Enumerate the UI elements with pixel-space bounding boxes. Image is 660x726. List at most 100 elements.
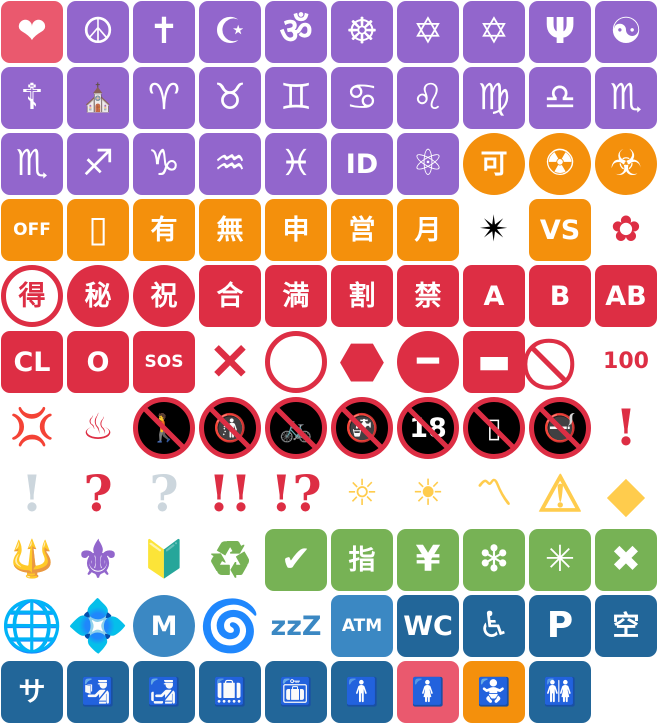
glyph: ♉ xyxy=(213,77,247,118)
glyph: VS xyxy=(539,214,581,246)
globe-with-meridians-icon: 🌐 xyxy=(1,595,63,657)
glyph: 🔰 xyxy=(141,539,187,580)
eight-pointed-star-icon: ✴ xyxy=(463,199,525,261)
glyph: O xyxy=(86,346,110,378)
glyph: B xyxy=(549,280,571,312)
monthly-amount-button-icon: 月 xyxy=(397,199,459,261)
reserved-button-icon: 指 xyxy=(331,529,393,591)
six-pointed-star-icon: ✡ xyxy=(463,1,525,63)
glyph: P xyxy=(546,605,574,646)
glyph: ☪ xyxy=(213,11,247,52)
glyph: ✝ xyxy=(148,11,180,52)
glyph: SOS xyxy=(144,351,184,372)
trident-emblem-icon: 🔱 xyxy=(1,529,63,591)
pisces-icon: ♓ xyxy=(265,133,327,195)
scorpio-icon: ♏ xyxy=(1,133,63,195)
aries-icon: ♈ xyxy=(133,67,195,129)
place-of-worship-icon: ⛪ xyxy=(67,67,129,129)
glyph: ☦ xyxy=(20,77,44,118)
mens-room-icon: 🚹 xyxy=(331,661,393,723)
glyph: 🚱 xyxy=(345,412,379,444)
glyph: ID xyxy=(345,148,379,180)
no-entry-icon: ━ xyxy=(397,331,459,393)
acceptable-button-icon: 可 xyxy=(463,133,525,195)
glyph: AB xyxy=(605,280,647,312)
glyph: ✕ xyxy=(209,332,251,391)
glyph: 〽 xyxy=(475,473,512,514)
peace-symbol-icon: ☮ xyxy=(67,1,129,63)
glyph: 無 xyxy=(216,214,244,246)
virgo-icon: ♍ xyxy=(463,67,525,129)
glyph: ☼ xyxy=(345,473,379,514)
glyph: ▯ xyxy=(486,412,502,444)
glyph: ♿ xyxy=(477,605,511,646)
vs-button-icon: VS xyxy=(529,199,591,261)
no-smoking-icon: 🚭 xyxy=(529,397,591,459)
glyph: A xyxy=(483,280,505,312)
glyph: ⚜ xyxy=(75,530,121,589)
b-button-icon: B xyxy=(529,265,591,327)
glyph: ✴ xyxy=(478,209,510,250)
glyph: ☣ xyxy=(609,143,643,184)
glyph: ♋ xyxy=(345,77,379,118)
glyph: 月 xyxy=(414,214,442,246)
glyph: ♏ xyxy=(15,143,49,184)
glyph: zzZ xyxy=(270,610,322,642)
glyph: ॐ xyxy=(279,11,313,52)
glyph: ♏ xyxy=(609,77,643,118)
non-potable-water-icon: 🚱 xyxy=(331,397,393,459)
glyph: ⛪ xyxy=(81,82,115,114)
glyph: ☢ xyxy=(543,143,577,184)
glyph: ✡ xyxy=(478,11,510,52)
orthodox-cross-icon: ☦ xyxy=(1,67,63,129)
glyph: ! xyxy=(615,398,637,457)
white-exclamation-mark-icon: ! xyxy=(1,463,63,525)
glyph: ☯ xyxy=(609,11,643,52)
fleur-de-lis-icon: ⚜ xyxy=(67,529,129,591)
om-icon: ॐ xyxy=(265,1,327,63)
glyph: 有 xyxy=(150,214,178,246)
glyph: 🛅 xyxy=(279,676,313,708)
cross-mark-icon: ✕ xyxy=(199,331,261,393)
a-button-icon: A xyxy=(463,265,525,327)
sparkle-icon: ❇ xyxy=(463,529,525,591)
hundred-points-icon: 100 xyxy=(595,331,657,393)
exclamation-mark-icon: ! xyxy=(595,397,657,459)
cross-mark-button-icon: ✖ xyxy=(595,529,657,591)
discount-button-icon: 割 xyxy=(331,265,393,327)
mobile-phone-off-icon: OFF xyxy=(1,199,63,261)
wheel-of-dharma-icon: ☸ xyxy=(331,1,393,63)
ab-button-icon: AB xyxy=(595,265,657,327)
zzz-icon: zzZ xyxy=(265,595,327,657)
capricorn-icon: ♑ xyxy=(133,133,195,195)
warning-icon: ⚠ xyxy=(529,463,591,525)
glyph: ⚠ xyxy=(537,464,583,523)
recycling-symbol-icon: ♻ xyxy=(199,529,261,591)
glyph: ? xyxy=(83,464,113,523)
double-exclamation-mark-icon: !! xyxy=(199,463,261,525)
hollow-red-circle-icon xyxy=(265,331,327,393)
left-luggage-icon: 🛅 xyxy=(265,661,327,723)
glyph: ❤ xyxy=(16,11,48,52)
children-crossing-icon: ◆ xyxy=(595,463,657,525)
passing-grade-button-icon: 合 xyxy=(199,265,261,327)
sagittarius-icon: ♐ xyxy=(67,133,129,195)
exclamation-question-mark-icon: !? xyxy=(265,463,327,525)
glyph: ! xyxy=(21,464,43,523)
glyph: ☮ xyxy=(81,11,115,52)
glyph: 🚼 xyxy=(477,676,511,708)
glyph: 満 xyxy=(282,280,310,312)
glyph: ✳ xyxy=(544,539,576,580)
radioactive-icon: ☢ xyxy=(529,133,591,195)
prohibited-button-icon: 禁 xyxy=(397,265,459,327)
glyph: M xyxy=(150,610,178,642)
glyph: ✿ xyxy=(610,209,642,250)
aquarius-icon: ♒ xyxy=(199,133,261,195)
emoji-grid: ❤ ☮ ✝ ☪ ॐ ☸ ✡ ✡ Ψ ☯ ☦ ⛪ ♈ ♉ ♊ ♋ ♌ ♍ ♎ ♏ ♏ ♐ ♑ ♒ ♓ ID ⚛ 可 ☢ ☣ OFF ▯ 有 無 申 営 月… xyxy=(0,0,660,726)
glyph: 割 xyxy=(348,280,376,312)
glyph: OFF xyxy=(13,219,51,240)
glyph: ? xyxy=(149,464,179,523)
open-for-business-button-icon: 営 xyxy=(331,199,393,261)
glyph: 申 xyxy=(282,214,310,246)
glyph: ▬ xyxy=(476,341,511,382)
